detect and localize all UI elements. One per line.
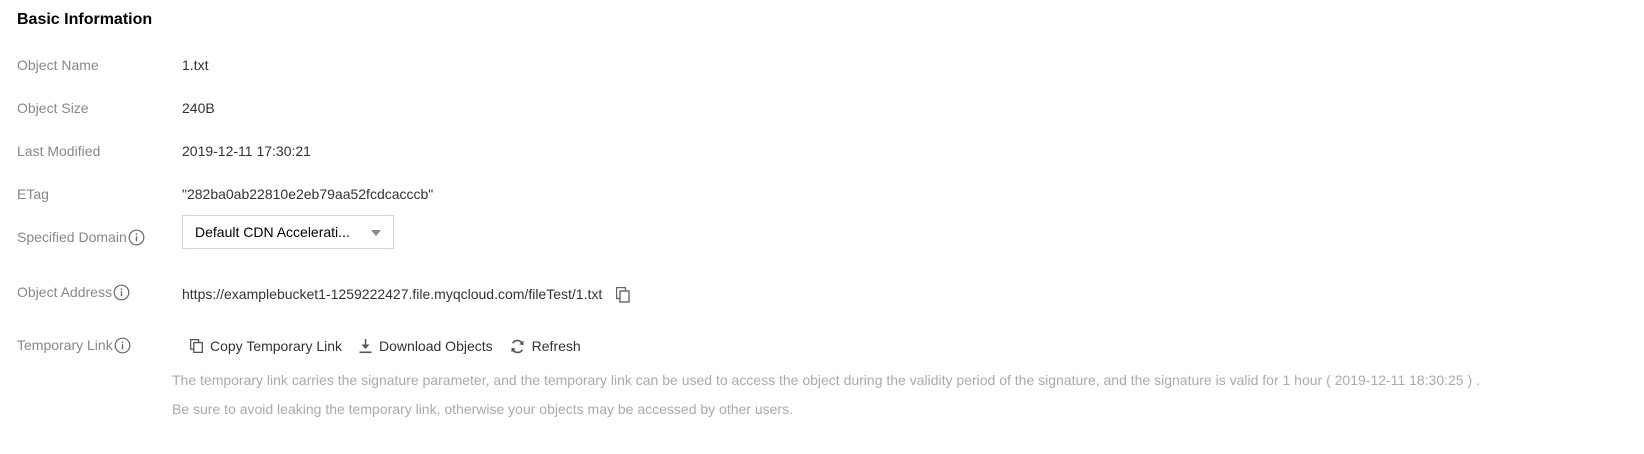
etag-row: ETag "282ba0ab22810e2eb79aa52fcdcacccb" (17, 184, 1644, 208)
last-modified-row: Last Modified 2019-12-11 17:30:21 (17, 141, 1644, 165)
copy-icon (190, 339, 203, 353)
specified-domain-select[interactable]: Default CDN Accelerati... (182, 215, 394, 249)
temporary-link-actions: Copy Temporary Link Download Objects Ref… (182, 336, 589, 356)
last-modified-value: 2019-12-11 17:30:21 (182, 143, 311, 159)
info-icon[interactable] (114, 337, 131, 354)
temporary-link-label-wrap: Temporary Link (17, 335, 131, 355)
object-address-row: Object Address https://examplebucket1-12… (17, 283, 1644, 307)
info-icon[interactable] (128, 229, 145, 246)
object-address-label: Object Address (17, 284, 112, 300)
copy-icon[interactable] (616, 287, 630, 303)
refresh-icon (511, 339, 524, 353)
copy-temporary-link-button[interactable]: Copy Temporary Link (190, 336, 342, 356)
download-objects-button[interactable]: Download Objects (359, 336, 493, 356)
refresh-label: Refresh (531, 338, 581, 354)
specified-domain-selected: Default CDN Accelerati... (195, 224, 350, 240)
refresh-button[interactable]: Refresh (510, 336, 581, 356)
object-size-label: Object Size (17, 100, 89, 116)
object-address-label-wrap: Object Address (17, 282, 130, 302)
download-objects-label: Download Objects (379, 338, 493, 354)
temporary-link-label: Temporary Link (17, 337, 113, 353)
info-icon[interactable] (113, 284, 130, 301)
object-size-row: Object Size 240B (17, 98, 1644, 122)
object-address-value-wrap: https://examplebucket1-1259222427.file.m… (182, 284, 630, 304)
chevron-down-icon (371, 230, 381, 236)
object-name-value: 1.txt (182, 57, 209, 73)
temporary-link-row: Temporary Link Copy Temporary Link Downl… (17, 336, 1644, 360)
temporary-link-hint-line1: The temporary link carries the signature… (172, 372, 1480, 388)
object-address-value[interactable]: https://examplebucket1-1259222427.file.m… (182, 284, 602, 304)
object-name-row: Object Name 1.txt (17, 55, 1644, 79)
etag-label: ETag (17, 186, 49, 202)
download-icon (359, 338, 372, 353)
etag-value: "282ba0ab22810e2eb79aa52fcdcacccb" (182, 186, 434, 202)
copy-temporary-link-label: Copy Temporary Link (210, 338, 343, 354)
specified-domain-label-wrap: Specified Domain (17, 227, 145, 247)
last-modified-label: Last Modified (17, 143, 101, 159)
object-name-label: Object Name (17, 57, 99, 73)
section-title: Basic Information (17, 11, 153, 28)
specified-domain-label: Specified Domain (17, 229, 127, 245)
specified-domain-row: Specified Domain Default CDN Accelerati.… (17, 215, 1644, 251)
object-size-value: 240B (182, 100, 215, 116)
temporary-link-hint-line2: Be sure to avoid leaking the temporary l… (172, 401, 793, 417)
